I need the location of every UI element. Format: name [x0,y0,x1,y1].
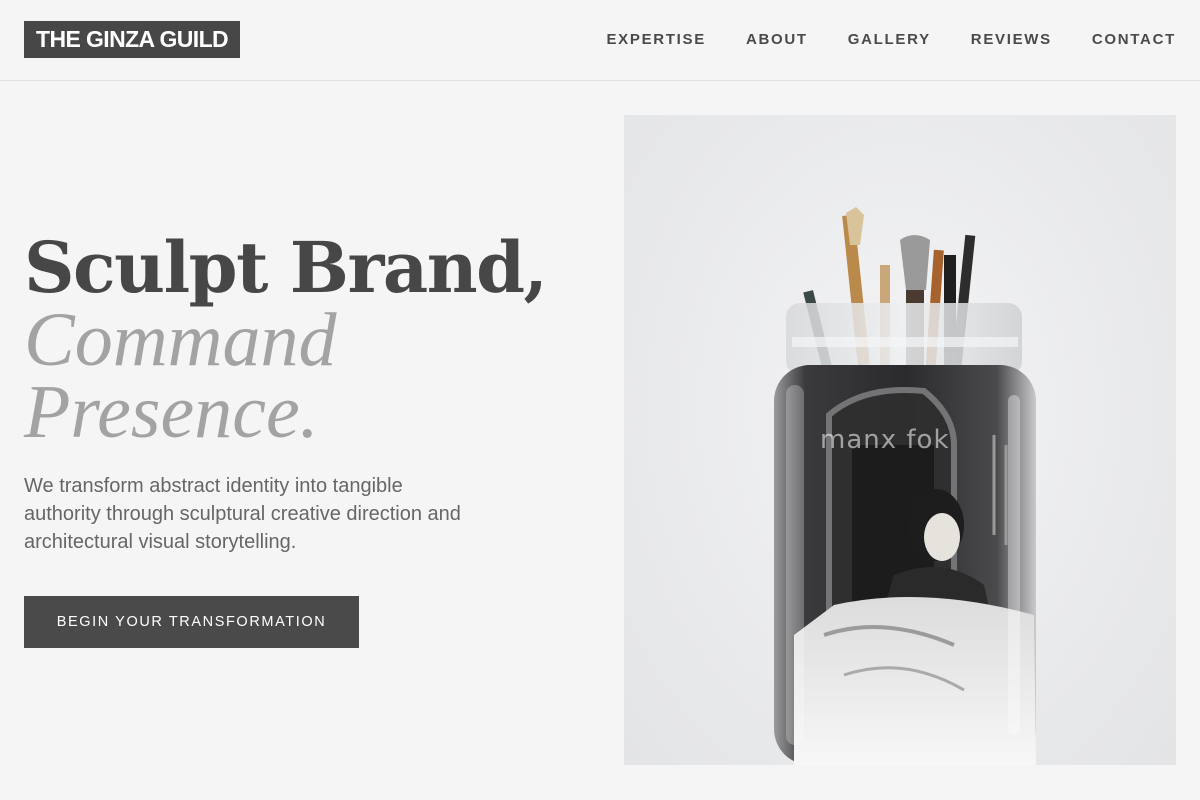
hero-heading-block: Sculpt Brand, Command Presence. [24,226,584,454]
photo-watermark: manx fok [820,425,950,455]
nav-link-gallery[interactable]: GALLERY [848,31,931,48]
hero-headline: Sculpt Brand, Command Presence. [24,226,584,454]
nav-link-reviews[interactable]: REVIEWS [971,31,1052,48]
figure-blanket [794,597,1036,765]
nav-link-expertise[interactable]: EXPERTISE [606,31,706,48]
headline-line-3: Presence. [24,370,319,454]
hero-image: manx fok [624,115,1176,765]
begin-transformation-button[interactable]: BEGIN YOUR TRANSFORMATION [24,596,359,648]
headline-line-2: Command [24,298,337,382]
hero-description: We transform abstract identity into tang… [24,475,461,553]
main-nav: EXPERTISE ABOUT GALLERY REVIEWS CONTACT [606,28,1176,50]
nav-link-about[interactable]: ABOUT [746,31,808,48]
headline-line-1: Sculpt Brand, [24,226,548,309]
top-navigation-bar: THE GINZA GUILD EXPERTISE ABOUT GALLERY … [0,0,1200,81]
nav-link-contact[interactable]: CONTACT [1092,31,1176,48]
brand-logo[interactable]: THE GINZA GUILD [24,21,241,58]
